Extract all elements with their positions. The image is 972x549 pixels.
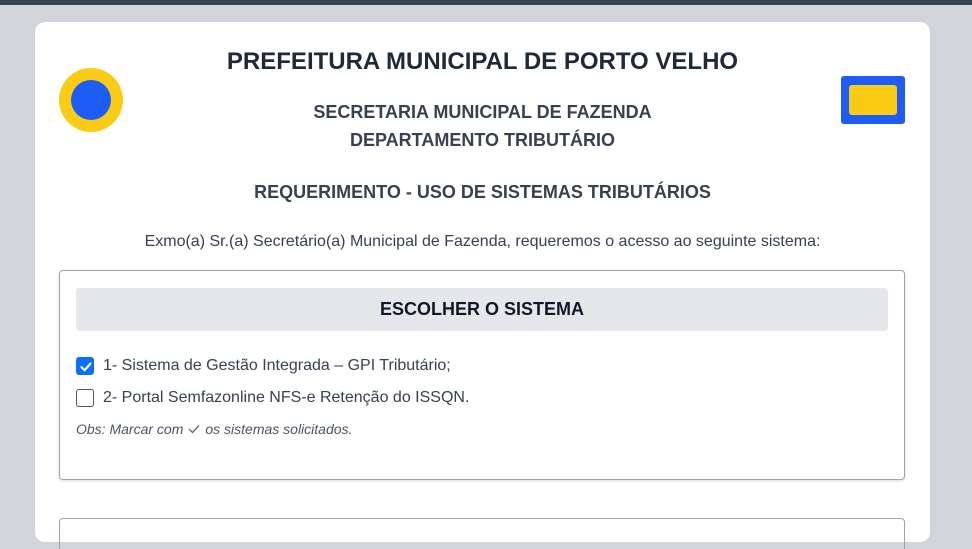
obs-suffix: os sistemas solicitados. bbox=[205, 421, 353, 437]
check-icon bbox=[80, 362, 92, 372]
secretaria-label: SECRETARIA MUNICIPAL DE FAZENDA bbox=[313, 102, 652, 122]
system-choice-section: ESCOLHER O SISTEMA 1- Sistema de Gestão … bbox=[59, 270, 905, 480]
form-card: PREFEITURA MUNICIPAL DE PORTO VELHO SECR… bbox=[35, 22, 930, 549]
option-label: 1- Sistema de Gestão Integrada – GPI Tri… bbox=[103, 357, 451, 374]
checkbox-semfazonline[interactable] bbox=[76, 389, 94, 407]
page-title: PREFEITURA MUNICIPAL DE PORTO VELHO bbox=[226, 48, 739, 75]
request-title: REQUERIMENTO - USO DE SISTEMAS TRIBUTÁRI… bbox=[254, 182, 711, 202]
obs-prefix: Obs: Marcar com bbox=[76, 421, 184, 437]
obs-note: Obs: Marcar com os sistemas solicitados. bbox=[76, 421, 352, 437]
top-bar bbox=[0, 0, 972, 5]
option-gpi-tributario[interactable]: 1- Sistema de Gestão Integrada – GPI Tri… bbox=[76, 357, 451, 375]
section-heading: ESCOLHER O SISTEMA bbox=[76, 288, 888, 331]
option-label: 2- Portal Semfazonline NFS-e Retenção do… bbox=[103, 389, 470, 406]
checkbox-gpi-tributario[interactable] bbox=[76, 357, 94, 375]
departamento-label: DEPARTAMENTO TRIBUTÁRIO bbox=[350, 130, 615, 150]
check-icon bbox=[188, 425, 200, 434]
next-section bbox=[59, 518, 905, 549]
intro-text: Exmo(a) Sr.(a) Secretário(a) Municipal d… bbox=[144, 233, 821, 250]
option-semfazonline[interactable]: 2- Portal Semfazonline NFS-e Retenção do… bbox=[76, 389, 469, 407]
